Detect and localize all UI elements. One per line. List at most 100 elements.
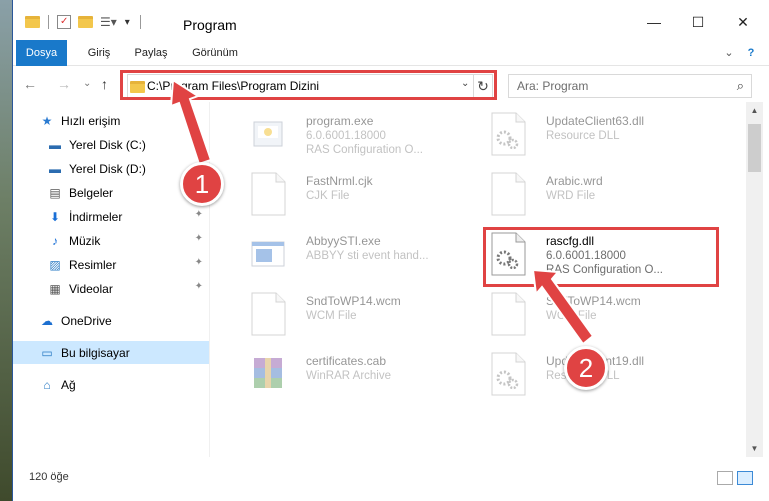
file-detail: RAS Configuration O... (306, 144, 423, 156)
tab-giris[interactable]: Giriş (79, 40, 119, 66)
sidebar-item-label: Müzik (69, 233, 101, 248)
navigation-pane: ★ Hızlı erişim ▬ Yerel Disk (C:) ✦ ▬ Yerel Dis… (13, 102, 209, 457)
sidebar-item-icon: ▨ (49, 257, 61, 272)
sidebar-item-icon: ⌂ (43, 377, 51, 392)
sidebar-item-label: OneDrive (61, 313, 112, 328)
maximize-button[interactable]: ☐ (685, 12, 711, 32)
file-item[interactable]: SndToWP14.wcm WCM File (222, 286, 458, 336)
file-detail: WCM File (306, 310, 357, 322)
pin-icon: ✦ (194, 137, 203, 148)
help-icon[interactable]: ? (743, 40, 759, 66)
ribbon-expand-icon[interactable]: ⌄ (721, 40, 737, 66)
pin-icon: ✦ (194, 281, 203, 292)
recent-locations-button[interactable]: ⌄ (83, 78, 91, 89)
sidebar-item-label: Yerel Disk (D:) (69, 161, 146, 176)
file-detail: WinRAR Archive (306, 370, 391, 382)
file-item[interactable]: SndToWP14.wcm WCM File (462, 286, 698, 336)
step-badge-1: 1 (180, 162, 224, 206)
up-button[interactable]: ↑ (101, 76, 108, 92)
status-bar: 120 öğe (13, 457, 769, 501)
tab-paylas[interactable]: Paylaş (127, 40, 175, 66)
file-item[interactable]: Arabic.wrd WRD File (462, 166, 698, 216)
new-folder-icon[interactable] (78, 16, 93, 28)
back-button[interactable]: ← (23, 76, 37, 92)
file-icon (251, 172, 286, 216)
sidebar-item[interactable]: ☁ OneDrive (13, 309, 209, 332)
sidebar-item-icon: ★ (41, 113, 53, 128)
pin-icon: ✦ (194, 209, 203, 220)
sidebar-item[interactable]: ▭ Bu bilgisayar (13, 341, 209, 364)
file-name: SndToWP14.wcm (306, 294, 401, 308)
minimize-button[interactable]: — (641, 12, 667, 32)
sidebar-item[interactable]: ▨ Resimler ✦ (13, 253, 209, 276)
file-item[interactable]: certificates.cab WinRAR Archive (222, 346, 458, 396)
sidebar-item-icon: ▦ (49, 281, 61, 296)
file-detail: Resource DLL (546, 130, 620, 142)
file-name: FastNrml.cjk (306, 174, 373, 188)
sidebar-item-label: Ağ (61, 377, 76, 392)
file-name: UpdateClient63.dll (546, 114, 645, 128)
search-icon: ⌕ (736, 78, 744, 93)
close-button[interactable]: ✕ (730, 12, 756, 32)
sidebar-item[interactable]: ▦ Videolar ✦ (13, 277, 209, 300)
file-name: SndToWP14.wcm (546, 294, 641, 308)
file-name: Arabic.wrd (546, 174, 603, 188)
folder-icon (25, 16, 40, 28)
file-icon (251, 292, 286, 336)
sidebar-item-label: Yerel Disk (C:) (69, 137, 146, 152)
sidebar-item-label: Videolar (69, 281, 113, 296)
title-bar: ✓ ☰▾ ▾ Program — ☐ ✕ (13, 0, 769, 40)
file-item[interactable]: FastNrml.cjk CJK File (222, 166, 458, 216)
search-input[interactable]: Ara: Program ⌕ (508, 74, 752, 98)
customize-icon[interactable]: ☰▾ (100, 15, 117, 29)
file-item[interactable]: program.exe 6.0.6001.18000 RAS Configurati… (222, 106, 458, 156)
vertical-scrollbar[interactable]: ▲ ▼ (746, 102, 763, 457)
file-name: program.exe (306, 114, 374, 128)
sidebar-item-label: Resimler (69, 257, 117, 272)
sidebar-item-icon: ♪ (52, 233, 58, 248)
file-detail: CJK File (306, 190, 350, 202)
sidebar-item-label: İndirmeler (69, 209, 123, 224)
divider (139, 15, 141, 29)
file-highlight (483, 227, 719, 287)
file-item[interactable]: AbbyySTI.exe ABBYY sti event hand... (222, 226, 458, 276)
sidebar-item[interactable]: ⌂ Ağ (13, 373, 209, 396)
scrollbar-thumb[interactable] (748, 124, 761, 172)
file-name: AbbyySTI.exe (306, 234, 381, 248)
sidebar-item[interactable]: ♪ Müzik ✦ (13, 229, 209, 252)
file-detail: WRD File (546, 190, 596, 202)
scroll-up-icon[interactable]: ▲ (746, 102, 763, 119)
sidebar-item-icon: ▬ (49, 161, 61, 176)
file-detail: 6.0.6001.18000 (306, 130, 386, 142)
address-highlight (120, 70, 497, 100)
qat-dropdown-icon[interactable]: ▾ (125, 17, 130, 28)
file-detail: WCM File (546, 310, 597, 322)
sidebar-item-label: Hızlı erişim (61, 113, 121, 128)
tab-gorunum[interactable]: Görünüm (185, 40, 245, 66)
sidebar-item-icon: ▬ (49, 137, 61, 152)
file-icon (491, 172, 526, 216)
divider (48, 15, 49, 29)
scroll-down-icon[interactable]: ▼ (746, 440, 763, 457)
explorer-window: ✓ ☰▾ ▾ Program — ☐ ✕ Dosya Giriş Paylaş … (12, 0, 769, 501)
pin-icon: ✦ (194, 233, 203, 244)
properties-icon[interactable]: ✓ (57, 15, 71, 29)
item-count: 120 öğe (29, 471, 69, 483)
file-detail: ABBYY sti event hand... (306, 250, 429, 262)
pin-icon: ✦ (194, 257, 203, 268)
quick-access-toolbar: ✓ ☰▾ ▾ (25, 14, 141, 30)
sidebar-item[interactable]: ⬇ İndirmeler ✦ (13, 205, 209, 228)
sidebar-item-icon: ▭ (41, 345, 53, 360)
details-view-icon[interactable] (717, 471, 733, 485)
search-placeholder: Ara: Program (517, 79, 589, 93)
tiles-view-icon[interactable] (737, 471, 753, 485)
sidebar-item[interactable]: ▬Yerel Disk (D:)✦ (13, 157, 209, 180)
file-item[interactable]: UpdateClient63.dll Resource DLL (462, 106, 698, 156)
application-icon (251, 241, 285, 267)
sidebar-item[interactable]: ▬ Yerel Disk (C:) ✦ (13, 133, 209, 156)
tab-dosya[interactable]: Dosya (16, 40, 67, 66)
sidebar-item[interactable]: ★ Hızlı erişim (13, 109, 209, 132)
dll-file-icon (491, 112, 526, 156)
forward-button[interactable]: → (57, 76, 71, 92)
archive-file-icon (254, 358, 282, 388)
